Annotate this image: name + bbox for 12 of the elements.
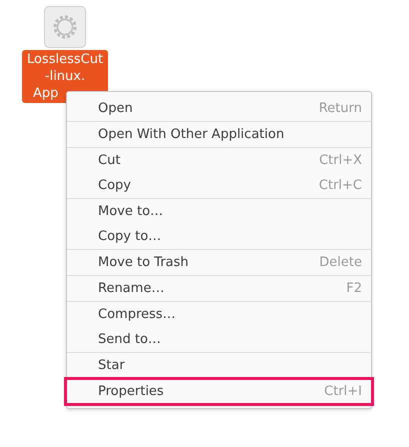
menu-item[interactable]: Move to Trash Delete (67, 250, 371, 275)
menu-item[interactable]: Open With Other Application (67, 122, 371, 147)
menu-item[interactable]: Properties Ctrl+I (66, 379, 372, 404)
menu-item[interactable]: Compress… (67, 302, 371, 327)
menu-item[interactable]: Copy to… (67, 224, 371, 249)
menu-item[interactable]: Star (67, 353, 371, 378)
menu-item[interactable]: Send to… (67, 327, 371, 352)
menu-item[interactable]: Cut Ctrl+X (67, 148, 371, 173)
gear-icon[interactable] (44, 6, 86, 48)
menu-item[interactable]: Copy Ctrl+C (67, 173, 371, 198)
menu-item[interactable]: Rename… F2 (67, 276, 371, 301)
menu-item[interactable]: Move to… (67, 199, 371, 224)
